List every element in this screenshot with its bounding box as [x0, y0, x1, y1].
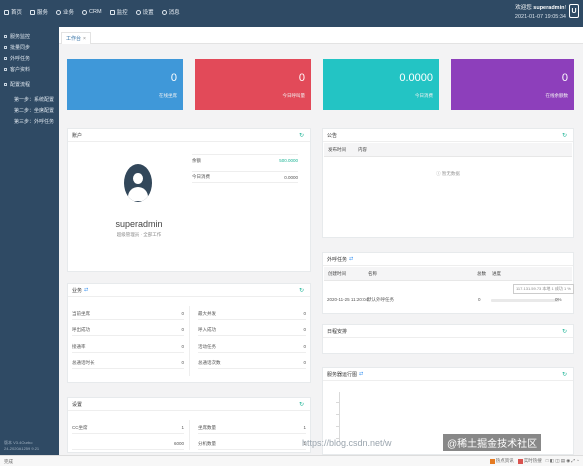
business-stat: 总通话次数 0: [198, 357, 306, 369]
business-stat: 总通话时长 0: [72, 357, 184, 369]
refresh-icon[interactable]: ↻: [299, 288, 304, 294]
tab-bar: 工作台 ×: [59, 27, 583, 44]
account-role: 超级管理员 · 全部工作: [116, 232, 162, 237]
home-icon: [4, 9, 9, 15]
service-icon: [30, 9, 36, 15]
business-stat: 呼入成功 0: [198, 324, 306, 336]
sidebar-item-step-3[interactable]: 第三步：外呼任务: [0, 116, 59, 127]
browser-status-bar: 完成 热点资讯 实时热搜 □ ◧ ◫ ▤ ◉ ⤢ ◔: [0, 455, 583, 466]
panel-title: 公告: [323, 129, 573, 142]
refresh-icon[interactable]: ↻: [562, 372, 567, 378]
close-icon[interactable]: ×: [83, 36, 86, 42]
chart-y-axis: [339, 392, 340, 442]
hot-search-button[interactable]: 实时热搜: [517, 458, 542, 464]
nav-message[interactable]: 消息: [161, 8, 180, 16]
username: superadmin: [533, 5, 565, 11]
sidebar-item-outbound-task[interactable]: 外呼任务: [0, 53, 59, 64]
panel-title: 外呼任务 ⇄: [323, 253, 573, 266]
monitor-icon: [4, 35, 7, 38]
stat-card-online-agents: 0 在线坐席: [67, 59, 183, 110]
sidebar-item-service-monitor[interactable]: 服务监控: [0, 31, 59, 42]
nav-home[interactable]: 首页: [4, 8, 22, 16]
link-icon[interactable]: ⇄: [359, 371, 363, 377]
business-stat: 活动任务 0: [198, 341, 306, 353]
account-username: superadmin: [115, 219, 163, 229]
user-icon: [4, 68, 7, 71]
watermark-text: https://blog.csdn.net/w: [302, 438, 392, 448]
table-header: 创建时间 名称 总数 进度: [324, 267, 572, 281]
business-icon: [56, 9, 62, 15]
sidebar-item-customer[interactable]: 客户资料: [0, 64, 59, 75]
status-tools: 热点资讯 实时热搜 □ ◧ ◫ ▤ ◉ ⤢ ◔: [486, 458, 579, 464]
stat-card-today-cost: 0.0000 今日消费: [323, 59, 439, 110]
stat-card-today-calls: 0 今日呼叫量: [195, 59, 311, 110]
hot-news-button[interactable]: 热点资讯: [489, 458, 514, 464]
sidebar-item-config-flow[interactable]: 配置流程: [0, 79, 59, 90]
settings-stat: 坐席数量 1: [198, 422, 306, 434]
flame-icon: [517, 458, 523, 464]
schedule-panel: 日程安排 ↻: [322, 324, 574, 354]
fire-icon: [489, 458, 495, 464]
table-header: 发布时间 内容: [324, 143, 572, 157]
account-panel: 账户 ↻ superadmin 超级管理员 · 全部工作 余额 500.0000…: [67, 128, 311, 272]
business-stat: 最大并发 0: [198, 308, 306, 320]
sidebar-item-batch-sync[interactable]: 批量同步: [0, 42, 59, 53]
user-info[interactable]: 欢迎您 superadmin! 2021-01-07 19:05:34: [515, 4, 566, 22]
settings-stat: 分机数量 1: [198, 438, 306, 450]
business-panel: 业务 ⇄ ↻ 当前坐席 0 最大并发 0 呼出成功 0 呼入成功 0 接通率 0 活动任务 0…: [67, 283, 311, 383]
refresh-icon[interactable]: ↻: [299, 402, 304, 408]
crm-icon: [82, 9, 88, 15]
business-stat: 呼出成功 0: [72, 324, 184, 336]
sidebar-item-step-2[interactable]: 第二步：坐席配置: [0, 105, 59, 116]
nav-service[interactable]: 服务: [30, 8, 48, 16]
watermark-badge: @稀土掘金技术社区: [443, 434, 542, 451]
settings-stat: 6000: [72, 438, 184, 450]
current-datetime: 2021-01-07 19:05:34: [514, 14, 566, 20]
business-stat: 当前坐席 0: [72, 308, 184, 320]
panel-title: 设置: [68, 398, 310, 411]
sync-icon: [4, 46, 7, 49]
panel-title: 业务 ⇄: [68, 284, 310, 297]
phone-icon: [4, 57, 7, 60]
sidebar-item-step-1[interactable]: 第一步：系统配置: [0, 94, 59, 105]
panel-title: 账户: [68, 129, 310, 142]
nav-crm[interactable]: CRM: [82, 8, 102, 16]
tab-workbench[interactable]: 工作台 ×: [61, 32, 91, 44]
refresh-icon[interactable]: ↻: [562, 329, 567, 335]
notice-panel: 公告 ↻ 发布时间 内容 ⓘ 暂无数据: [322, 128, 574, 238]
panel-title: 日程安排: [323, 325, 573, 338]
avatar: [124, 164, 152, 202]
monitor-icon: [109, 9, 115, 15]
main-nav: 首页 服务 业务 CRM 监控 设置 消息: [4, 8, 188, 16]
top-navbar: 首页 服务 业务 CRM 监控 设置 消息 欢迎您 superadmin! 20…: [0, 0, 583, 27]
gear-icon: [135, 9, 141, 15]
today-cost-row: 今日消费 0.0000: [192, 171, 298, 183]
stat-card-balance: 0 在线余额数: [451, 59, 574, 110]
refresh-icon[interactable]: ↻: [562, 133, 567, 139]
link-icon[interactable]: ⇄: [349, 256, 353, 262]
user-logo-icon[interactable]: U: [569, 4, 579, 18]
empty-state: ⓘ 暂无数据: [436, 171, 460, 176]
sidebar: 服务监控 批量同步 外呼任务 客户资料 配置流程 第一步：系统配置 第二步：坐席…: [0, 27, 59, 466]
nav-monitor[interactable]: 监控: [109, 8, 128, 16]
settings-panel: 设置 ↻ CC坐席 1 坐席数量 1 6000 分机数量 1: [67, 397, 311, 453]
bell-icon: [161, 9, 167, 15]
nav-business[interactable]: 业务: [56, 8, 74, 16]
balance-row: 余额 500.0000: [192, 154, 298, 166]
panel-title: 服务器运行图 ⇄: [323, 368, 573, 381]
nav-settings[interactable]: 设置: [135, 8, 154, 16]
refresh-icon[interactable]: ↻: [299, 133, 304, 139]
version-info: 版本 V3.4Ourbo 24-2020A1259 9.21: [4, 440, 40, 451]
flow-icon: [4, 83, 7, 86]
outbound-task-panel: 外呼任务 ⇄ 创建时间 名称 总数 进度 2020-11-25 11:20:04 …: [322, 252, 574, 314]
link-icon[interactable]: ⇄: [84, 287, 88, 293]
task-progress-bar: [491, 299, 559, 302]
status-tool-icons[interactable]: □ ◧ ◫ ▤ ◉ ⤢ ◔: [546, 458, 579, 464]
settings-stat: CC坐席 1: [72, 422, 184, 434]
business-stat: 接通率 0: [72, 341, 184, 353]
tooltip: 117.131.59.73 本地 1 成功 1 %: [513, 284, 574, 294]
status-text: 完成: [4, 459, 13, 464]
